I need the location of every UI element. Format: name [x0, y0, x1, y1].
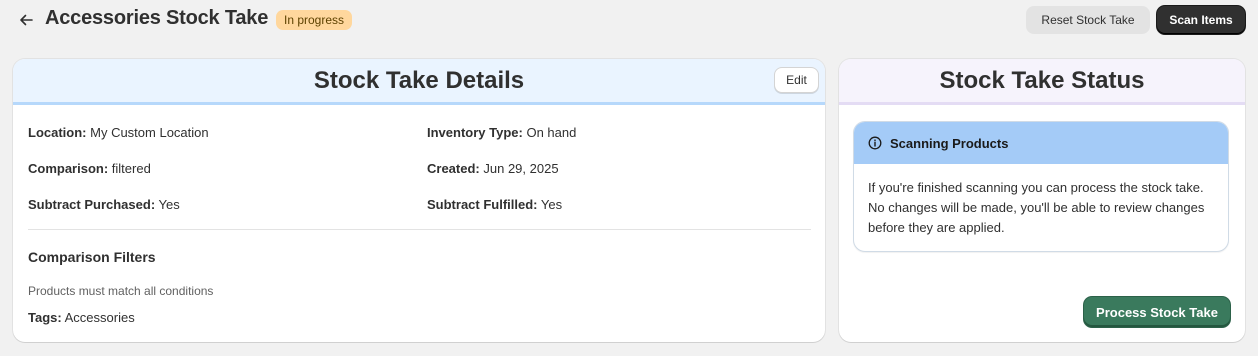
- details-card-title: Stock Take Details: [313, 67, 525, 94]
- field-value: My Custom Location: [90, 125, 209, 140]
- field-label: Comparison:: [28, 161, 109, 176]
- field-label: Created:: [427, 161, 480, 176]
- scan-items-button[interactable]: Scan Items: [1157, 6, 1245, 34]
- field-label: Subtract Purchased:: [28, 197, 156, 212]
- stock-take-details-card: Stock Take Details Edit Location: My Cus…: [13, 59, 825, 342]
- status-card-header: Stock Take Status: [839, 59, 1245, 105]
- reset-stock-take-button[interactable]: Reset Stock Take: [1026, 6, 1150, 34]
- arrow-left-icon: [20, 14, 33, 26]
- section-divider: [28, 229, 811, 230]
- field-label: Inventory Type:: [427, 125, 523, 140]
- field-value: On hand: [526, 125, 577, 140]
- details-card-header: Stock Take Details Edit: [13, 59, 825, 105]
- info-circle-icon: [868, 136, 882, 150]
- field-location: Location: My Custom Location: [28, 125, 209, 140]
- field-inventory-type: Inventory Type: On hand: [427, 125, 576, 140]
- scanning-banner: Scanning Products If you're finished sca…: [853, 121, 1229, 252]
- comparison-filters-title: Comparison Filters: [28, 249, 156, 265]
- field-subtract-fulfilled: Subtract Fulfilled: Yes: [427, 197, 562, 212]
- field-value: Jun 29, 2025: [483, 161, 559, 176]
- field-label: Subtract Fulfilled:: [427, 197, 538, 212]
- field-comparison: Comparison: filtered: [28, 161, 151, 176]
- stock-take-status-card: Stock Take Status Scanning Products If y…: [839, 59, 1245, 342]
- field-label: Location:: [28, 125, 87, 140]
- process-stock-take-button[interactable]: Process Stock Take: [1084, 297, 1230, 327]
- field-tags: Tags: Accessories: [28, 310, 135, 325]
- page-header: Accessories Stock Take In progress Reset…: [0, 0, 1258, 40]
- back-button[interactable]: [12, 6, 40, 34]
- status-card-title: Stock Take Status: [939, 67, 1145, 94]
- banner-body: If you're finished scanning you can proc…: [868, 180, 1205, 235]
- field-value: Yes: [540, 197, 563, 212]
- field-value: Accessories: [64, 310, 135, 325]
- banner-header: Scanning Products: [854, 122, 1228, 164]
- field-value: Yes: [158, 197, 180, 212]
- page-title: Accessories Stock Take: [45, 7, 269, 29]
- field-value: filtered: [111, 161, 151, 176]
- banner-title: Scanning Products: [890, 136, 1009, 151]
- status-badge: In progress: [276, 10, 353, 30]
- field-subtract-purchased: Subtract Purchased: Yes: [28, 197, 180, 212]
- field-created: Created: Jun 29, 2025: [427, 161, 559, 176]
- field-label: Tags:: [28, 310, 62, 325]
- filters-subtext: Products must match all conditions: [28, 284, 214, 298]
- edit-button[interactable]: Edit: [774, 67, 819, 93]
